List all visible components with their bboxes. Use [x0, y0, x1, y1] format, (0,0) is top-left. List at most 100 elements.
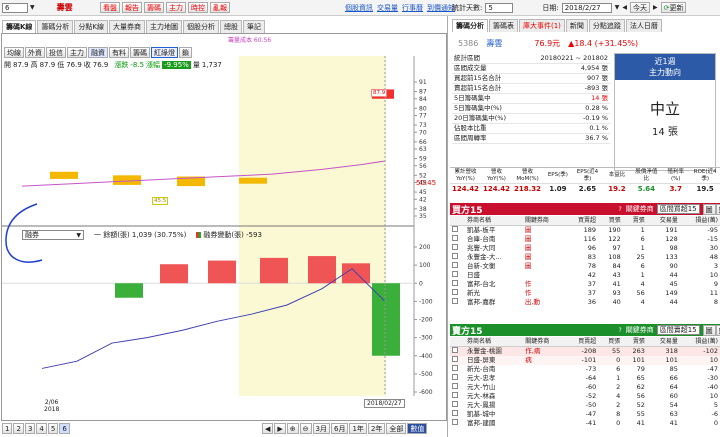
buy15-help-icon[interactable]: ? — [619, 206, 622, 213]
row-checkbox[interactable] — [450, 419, 465, 428]
bottom-nav: 1 2 3 4 5 6 — [2, 423, 70, 434]
subtab-chip-k[interactable]: 籌碼K線 — [2, 20, 37, 33]
link-volume[interactable]: 交易量 — [377, 3, 398, 13]
sell15-btn-chart[interactable]: 圖 — [702, 324, 716, 336]
fund-header: 營收MoM(%) — [512, 167, 544, 184]
table-row[interactable]: 元大-鳳揚 -50 2 52 54 5 — [450, 401, 720, 410]
subtab-chip-analysis[interactable]: 籌碼分析 — [37, 20, 74, 33]
table-row[interactable]: 富邦-嘉群 出,動 36 40 4 44 8 — [450, 298, 720, 307]
page-4[interactable]: 4 — [36, 423, 47, 434]
table-row[interactable]: 凱基-板平 圖 189 190 1 191 -95 — [450, 226, 720, 236]
table-row[interactable]: 兆豐-大同 圖 96 97 1 98 30 — [450, 244, 720, 253]
row-checkbox[interactable] — [450, 383, 465, 392]
subtab-main-map[interactable]: 主力地圖 — [146, 20, 183, 33]
table-row[interactable]: 富邦-台北 作 37 41 4 45 9 — [450, 280, 720, 289]
buy15-btn-chart[interactable]: 圖 — [702, 203, 716, 215]
refresh-button[interactable]: ⟳更新 — [660, 2, 687, 13]
page-3[interactable]: 3 — [24, 423, 36, 434]
zoom-all[interactable]: 全部 — [386, 423, 407, 434]
tab-timing[interactable]: 時控 — [188, 2, 208, 13]
table-row[interactable]: 富邦-建國 -41 0 41 41 0 — [450, 419, 720, 428]
zoom-in-icon[interactable]: ⊕ — [286, 423, 299, 434]
row-checkbox[interactable] — [450, 401, 465, 410]
row-checkbox[interactable] — [450, 365, 465, 374]
stock-input[interactable]: 6 — [2, 2, 28, 13]
tab-report[interactable]: 報告 — [122, 2, 142, 13]
zoom-out-icon[interactable]: ⊖ — [299, 423, 312, 434]
row-checkbox[interactable] — [450, 289, 465, 298]
table-row[interactable]: 凱基-城中 -47 8 55 63 -6 — [450, 410, 720, 419]
link-stock-info[interactable]: 個股資訊 — [345, 3, 373, 13]
table-row[interactable]: 永豐金-大... 圖 83 108 25 133 48 — [450, 253, 720, 262]
row-checkbox[interactable] — [450, 410, 465, 419]
table-row[interactable]: 日盛-屏東 病 -101 0 101 101 10 — [450, 356, 720, 365]
row-checkbox[interactable] — [450, 374, 465, 383]
page-1[interactable]: 1 — [2, 423, 13, 434]
tab-chips[interactable]: 籌碼 — [144, 2, 164, 13]
today-button[interactable]: 今天 — [629, 2, 650, 13]
subtab-branch-k[interactable]: 分點K線 — [74, 20, 109, 33]
subtab-big-broker[interactable]: 大量券商 — [109, 20, 146, 33]
days-select[interactable]: 5 — [485, 2, 514, 13]
zoom-3m[interactable]: 3月 — [312, 423, 330, 434]
zoom-values[interactable]: 數值 — [407, 423, 428, 434]
atab-analysis[interactable]: 籌碼分析 — [452, 19, 488, 32]
sell15-help-icon[interactable]: ? — [619, 327, 622, 334]
scroll-left-icon[interactable]: ◀ — [262, 423, 274, 434]
sell15-btn-more[interactable]: 鈕 — [715, 324, 720, 336]
zoom-6m[interactable]: 6月 — [331, 423, 349, 434]
subtab-total[interactable]: 總股 — [220, 20, 243, 33]
row-checkbox[interactable] — [450, 392, 465, 401]
page-6[interactable]: 6 — [59, 423, 70, 434]
broker-name: 日盛 — [467, 271, 481, 279]
atab-table[interactable]: 籌碼表 — [489, 19, 518, 32]
link-calendar[interactable]: 行事曆 — [402, 3, 423, 13]
prev-arrow-icon[interactable]: ◀ — [622, 4, 627, 11]
zoom-1y[interactable]: 1年 — [349, 423, 367, 434]
table-row[interactable]: 合庫-台南 圖 116 122 6 128 -15 — [450, 235, 720, 244]
stock-dropdown-icon[interactable]: ▼ — [30, 4, 35, 11]
row-checkbox[interactable] — [450, 244, 465, 253]
tab-watch[interactable]: 看盤 — [100, 2, 120, 13]
table-row[interactable]: 元大-林森 -52 4 56 60 10 — [450, 392, 720, 401]
row-checkbox[interactable] — [450, 262, 465, 271]
buy15-select[interactable]: 區間買超15 — [656, 204, 700, 214]
row-checkbox[interactable] — [450, 226, 465, 236]
row-checkbox[interactable] — [450, 235, 465, 244]
scroll-right-icon[interactable]: ▶ — [274, 423, 286, 434]
atab-events[interactable]: 庫大事件(1) — [519, 19, 565, 32]
row-checkbox[interactable] — [450, 271, 465, 280]
tab-news[interactable]: 亂報 — [210, 2, 230, 13]
tab-main[interactable]: 主力 — [166, 2, 186, 13]
row-checkbox[interactable] — [450, 347, 465, 357]
sell15-select[interactable]: 區間賣超15 — [656, 325, 700, 335]
fund-value: 2.65 — [578, 185, 597, 194]
atab-calendar[interactable]: 法人日曆 — [625, 19, 662, 32]
atab-news[interactable]: 新聞 — [565, 19, 588, 32]
table-row[interactable]: 元大-忠孝 -64 1 65 66 -30 — [450, 374, 720, 383]
atab-branch[interactable]: 分點追蹤 — [588, 19, 625, 32]
indicator-select[interactable]: 融券 ▼ — [22, 230, 84, 240]
table-row[interactable]: 新光-台南 -73 6 79 85 -47 — [450, 365, 720, 374]
row-checkbox[interactable] — [450, 280, 465, 289]
subtab-notes[interactable]: 筆記 — [243, 20, 266, 33]
table-row[interactable]: 新光 作 37 93 56 149 11 — [450, 289, 720, 298]
next-arrow-icon[interactable]: ▶ — [653, 4, 658, 11]
table-row[interactable]: 元大-竹山 -60 2 62 64 -40 — [450, 383, 720, 392]
calendar-icon[interactable]: ▼ — [615, 4, 620, 11]
row-checkbox[interactable] — [450, 356, 465, 365]
page-2[interactable]: 2 — [13, 423, 24, 434]
table-row[interactable]: 日盛 42 43 1 44 10 — [450, 271, 720, 280]
table-row[interactable]: 台新-文衡 圖 78 84 6 90 3 — [450, 262, 720, 271]
fund-header: 殖利率(%) — [661, 167, 691, 184]
table-row[interactable]: 永豐金-桃園 作,病 -208 55 263 318 -102 — [450, 346, 720, 357]
link-price-alert[interactable]: 到價通知 — [427, 3, 455, 13]
page-5[interactable]: 5 — [47, 423, 59, 434]
buy15-btn-more[interactable]: 鈕 — [715, 203, 720, 215]
zoom-2y[interactable]: 2年 — [367, 423, 386, 434]
date-input[interactable]: 2018/2/27 — [561, 2, 612, 13]
subtab-stock-analysis[interactable]: 個股分析 — [183, 20, 220, 33]
buy: 4 — [616, 392, 621, 400]
row-checkbox[interactable] — [450, 298, 465, 307]
row-checkbox[interactable] — [450, 253, 465, 262]
